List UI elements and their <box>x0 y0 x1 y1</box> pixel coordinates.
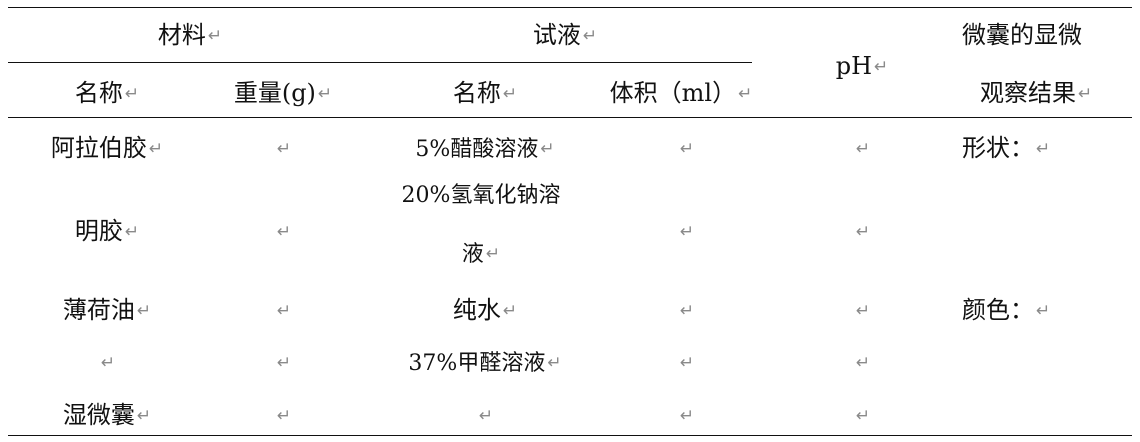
paragraph-mark-icon: ↵ <box>136 301 152 321</box>
cell-reagent: 5%醋酸溶液 ↵ <box>415 137 555 162</box>
paragraph-mark-icon: ↵ <box>485 244 501 264</box>
header-result-line2: 观察结果 ↵ <box>980 79 1093 107</box>
cell-result: 形状： ↵ <box>962 134 1051 162</box>
header-weight: 重量(g) ↵ <box>233 79 333 107</box>
paragraph-mark-icon: ↵ <box>738 84 753 104</box>
cell-volume: ↵ <box>678 401 694 430</box>
paragraph-mark-icon: ↵ <box>124 222 140 242</box>
cell-material: 明胶 ↵ <box>74 217 140 245</box>
paragraph-mark-icon: ↵ <box>679 406 695 426</box>
paragraph-mark-icon: ↵ <box>855 406 871 426</box>
paragraph-mark-icon: ↵ <box>148 139 164 159</box>
paragraph-mark-icon: ↵ <box>136 406 152 426</box>
cell-volume: ↵ <box>678 348 694 377</box>
paragraph-mark-icon: ↵ <box>540 139 555 159</box>
cell-volume: ↵ <box>678 134 694 163</box>
cell-result: 颜色： ↵ <box>962 296 1051 324</box>
cell-volume: ↵ <box>678 217 694 246</box>
paragraph-mark-icon: ↵ <box>276 406 292 426</box>
cell-weight: ↵ <box>275 134 291 163</box>
header-reagent-name: 名称 ↵ <box>452 79 518 107</box>
paragraph-mark-icon: ↵ <box>547 353 562 373</box>
paragraph-mark-icon: ↵ <box>855 301 871 321</box>
cell-volume: ↵ <box>678 296 694 325</box>
paragraph-mark-icon: ↵ <box>276 222 292 242</box>
paragraph-mark-icon: ↵ <box>855 139 871 159</box>
cell-weight: ↵ <box>275 401 291 430</box>
header-materials: 材料 ↵ <box>157 21 223 49</box>
paragraph-mark-icon: ↵ <box>100 353 116 373</box>
header-reagent: 试液 ↵ <box>532 21 598 49</box>
paragraph-mark-icon: ↵ <box>478 406 494 426</box>
table-top-rule <box>8 7 1132 8</box>
cell-material: 湿微囊 ↵ <box>62 401 152 429</box>
cell-ph: ↵ <box>854 217 870 246</box>
paragraph-mark-icon: ↵ <box>502 301 518 321</box>
paragraph-mark-icon: ↵ <box>276 139 292 159</box>
header-result-line1: 微囊的显微 <box>962 21 1082 49</box>
paragraph-mark-icon: ↵ <box>679 222 695 242</box>
paragraph-mark-icon: ↵ <box>855 353 871 373</box>
cell-ph: ↵ <box>854 296 870 325</box>
cell-weight: ↵ <box>275 348 291 377</box>
table-bottom-rule <box>8 435 1132 436</box>
header-divider-rule <box>8 62 752 63</box>
cell-reagent: 纯水 ↵ <box>452 296 518 324</box>
paragraph-mark-icon: ↵ <box>276 301 292 321</box>
cell-weight: ↵ <box>275 296 291 325</box>
cell-material: 阿拉伯胶 ↵ <box>50 134 164 162</box>
paragraph-mark-icon: ↵ <box>679 301 695 321</box>
cell-weight: ↵ <box>275 217 291 246</box>
paragraph-mark-icon: ↵ <box>124 84 140 104</box>
cell-reagent-line1: 20%氢氧化钠溶 <box>401 183 561 208</box>
paragraph-mark-icon: ↵ <box>1036 301 1051 321</box>
cell-reagent: 37%甲醛溶液 ↵ <box>408 351 562 376</box>
cell-material: 薄荷油 ↵ <box>62 296 152 324</box>
paragraph-mark-icon: ↵ <box>874 57 889 77</box>
paragraph-mark-icon: ↵ <box>317 84 333 104</box>
cell-material: ↵ <box>99 348 115 377</box>
paragraph-mark-icon: ↵ <box>855 222 871 242</box>
header-material-name: 名称 ↵ <box>74 79 140 107</box>
paragraph-mark-icon: ↵ <box>679 139 695 159</box>
paragraph-mark-icon: ↵ <box>502 84 518 104</box>
paragraph-mark-icon: ↵ <box>1078 84 1093 104</box>
header-ph: pH ↵ <box>835 52 889 80</box>
paragraph-mark-icon: ↵ <box>679 353 695 373</box>
paragraph-mark-icon: ↵ <box>1036 139 1051 159</box>
cell-ph: ↵ <box>854 348 870 377</box>
header-volume: 体积（ml） ↵ <box>609 79 753 107</box>
cell-reagent-line2: 液 ↵ <box>461 242 501 267</box>
paragraph-mark-icon: ↵ <box>276 353 292 373</box>
header-bottom-rule <box>8 117 1132 118</box>
cell-ph: ↵ <box>854 401 870 430</box>
paragraph-mark-icon: ↵ <box>207 26 223 46</box>
cell-reagent: ↵ <box>477 401 493 430</box>
cell-ph: ↵ <box>854 134 870 163</box>
paragraph-mark-icon: ↵ <box>582 26 598 46</box>
